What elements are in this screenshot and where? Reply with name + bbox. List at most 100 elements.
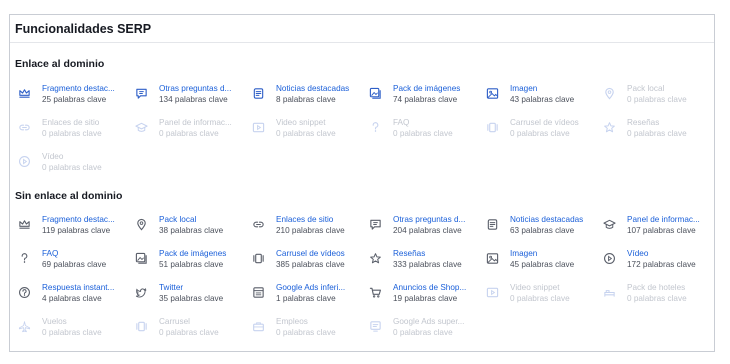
serp-feature-otras-preguntas-d[interactable]: Otras preguntas d... 134 palabras clave [127,78,244,112]
link-icon [252,218,265,231]
images-icon [135,252,148,265]
serp-feature-pack-de-imagenes[interactable]: Pack de imágenes 74 palabras clave [361,78,478,112]
feature-count: 134 palabras clave [159,95,228,104]
feature-label[interactable]: Noticias destacadas [510,214,592,225]
serp-feature-google-ads-inferi[interactable]: Google Ads inferi... 1 palabras clave [244,277,361,311]
feature-text: Noticias destacadas 63 palabras clave [510,214,592,237]
feature-text: Carrusel de vídeos 0 palabras clave [510,117,592,140]
serp-feature-resenas: Reseñas 0 palabras clave [595,112,712,146]
feature-label: Pack de hoteles [627,283,686,292]
feature-label[interactable]: Otras preguntas d... [393,214,475,225]
feature-label: Carrusel de vídeos [510,118,579,127]
feature-count: 0 palabras clave [393,328,453,337]
feature-count: 8 palabras clave [276,95,336,104]
crown-icon [18,218,31,231]
serp-feature-carrusel-de-videos[interactable]: Carrusel de vídeos 385 palabras clave [244,243,361,277]
feature-label[interactable]: Imagen [510,83,592,94]
feature-count: 19 palabras clave [393,294,458,303]
serp-feature-anuncios-de-shop[interactable]: Anuncios de Shop... 19 palabras clave [361,277,478,311]
feature-grid-linked: Fragmento destac... 25 palabras clave Otra… [10,78,714,180]
serp-feature-video: Vídeo 0 palabras clave [10,146,127,180]
feature-text: Anuncios de Shop... 19 palabras clave [393,282,475,305]
feature-count: 0 palabras clave [42,129,102,138]
feature-count: 0 palabras clave [159,328,219,337]
play-icon [603,252,616,265]
feature-text: Reseñas 333 palabras clave [393,248,475,271]
pin-icon [603,87,616,100]
section-title-linked: Enlace al dominio [15,58,105,70]
feature-text: Panel de informac... 0 palabras clave [159,117,241,140]
feature-text: FAQ 69 palabras clave [42,248,124,271]
news-icon [486,218,499,231]
feature-label[interactable]: Twitter [159,282,241,293]
feature-text: Video snippet 0 palabras clave [276,117,358,140]
feature-label[interactable]: Noticias destacadas [276,83,358,94]
serp-feature-video[interactable]: Vídeo 172 palabras clave [595,243,712,277]
feature-label[interactable]: Pack local [159,214,241,225]
serp-feature-pack-de-imagenes[interactable]: Pack de imágenes 51 palabras clave [127,243,244,277]
feature-label[interactable]: Reseñas [393,248,475,259]
serp-feature-twitter[interactable]: Twitter 35 palabras clave [127,277,244,311]
serp-feature-faq[interactable]: FAQ 69 palabras clave [10,243,127,277]
serp-feature-imagen[interactable]: Imagen 43 palabras clave [478,78,595,112]
twitter-icon [135,286,148,299]
briefcase-icon [252,320,265,333]
feature-label[interactable]: Google Ads inferi... [276,282,358,293]
serp-feature-otras-preguntas-d[interactable]: Otras preguntas d... 204 palabras clave [361,209,478,243]
feature-text: FAQ 0 palabras clave [393,117,475,140]
serp-feature-pack-local[interactable]: Pack local 38 palabras clave [127,209,244,243]
feature-text: Video snippet 0 palabras clave [510,282,592,305]
feature-label[interactable]: Fragmento destac... [42,83,124,94]
feature-count: 333 palabras clave [393,260,462,269]
serp-feature-noticias-destacadas[interactable]: Noticias destacadas 8 palabras clave [244,78,361,112]
serp-feature-video-snippet: Video snippet 0 palabras clave [244,112,361,146]
serp-feature-panel-de-informac[interactable]: Panel de informac... 107 palabras clave [595,209,712,243]
feature-label[interactable]: Otras preguntas d... [159,83,241,94]
feature-text: Twitter 35 palabras clave [159,282,241,305]
feature-label[interactable]: Respuesta instant... [42,282,124,293]
feature-label[interactable]: Anuncios de Shop... [393,282,475,293]
carousel-icon [252,252,265,265]
serp-feature-fragmento-destac[interactable]: Fragmento destac... 25 palabras clave [10,78,127,112]
feature-count: 0 palabras clave [627,129,687,138]
serp-feature-enlaces-de-sitio: Enlaces de sitio 0 palabras clave [10,112,127,146]
feature-text: Pack local 0 palabras clave [627,83,709,106]
carousel-icon [486,121,499,134]
feature-label[interactable]: Imagen [510,248,592,259]
serp-features-panel: Funcionalidades SERP Enlace al dominio F… [9,14,715,352]
feature-label[interactable]: Vídeo [627,248,709,259]
feature-label[interactable]: FAQ [42,248,124,259]
feature-count: 0 palabras clave [42,328,102,337]
feature-text: Google Ads inferi... 1 palabras clave [276,282,358,305]
feature-text: Carrusel de vídeos 385 palabras clave [276,248,358,271]
feature-count: 74 palabras clave [393,95,458,104]
feature-label: Video snippet [510,283,560,292]
answer-icon [18,286,31,299]
feature-label[interactable]: Enlaces de sitio [276,214,358,225]
serp-feature-respuesta-instant[interactable]: Respuesta instant... 4 palabras clave [10,277,127,311]
feature-label[interactable]: Pack de imágenes [393,83,475,94]
serp-feature-resenas[interactable]: Reseñas 333 palabras clave [361,243,478,277]
feature-count: 172 palabras clave [627,260,696,269]
feature-text: Reseñas 0 palabras clave [627,117,709,140]
feature-label[interactable]: Pack de imágenes [159,248,241,259]
feature-grid-unlinked: Fragmento destac... 119 palabras clave Pac… [10,209,714,345]
feature-count: 38 palabras clave [159,226,224,235]
serp-feature-fragmento-destac[interactable]: Fragmento destac... 119 palabras clave [10,209,127,243]
serp-feature-enlaces-de-sitio[interactable]: Enlaces de sitio 210 palabras clave [244,209,361,243]
feature-label: FAQ [393,118,410,127]
feature-label[interactable]: Carrusel de vídeos [276,248,358,259]
feature-label: Vídeo [42,152,64,161]
feature-label: Enlaces de sitio [42,118,100,127]
cap-icon [135,121,148,134]
serp-feature-pack-de-hoteles: Pack de hoteles 0 palabras clave [595,277,712,311]
feature-text: Respuesta instant... 4 palabras clave [42,282,124,305]
feature-text: Otras preguntas d... 204 palabras clave [393,214,475,237]
feature-label[interactable]: Panel de informac... [627,214,709,225]
cart-icon [369,286,382,299]
serp-feature-imagen[interactable]: Imagen 45 palabras clave [478,243,595,277]
chat-icon [369,218,382,231]
serp-feature-noticias-destacadas[interactable]: Noticias destacadas 63 palabras clave [478,209,595,243]
chat-icon [135,87,148,100]
feature-label[interactable]: Fragmento destac... [42,214,124,225]
